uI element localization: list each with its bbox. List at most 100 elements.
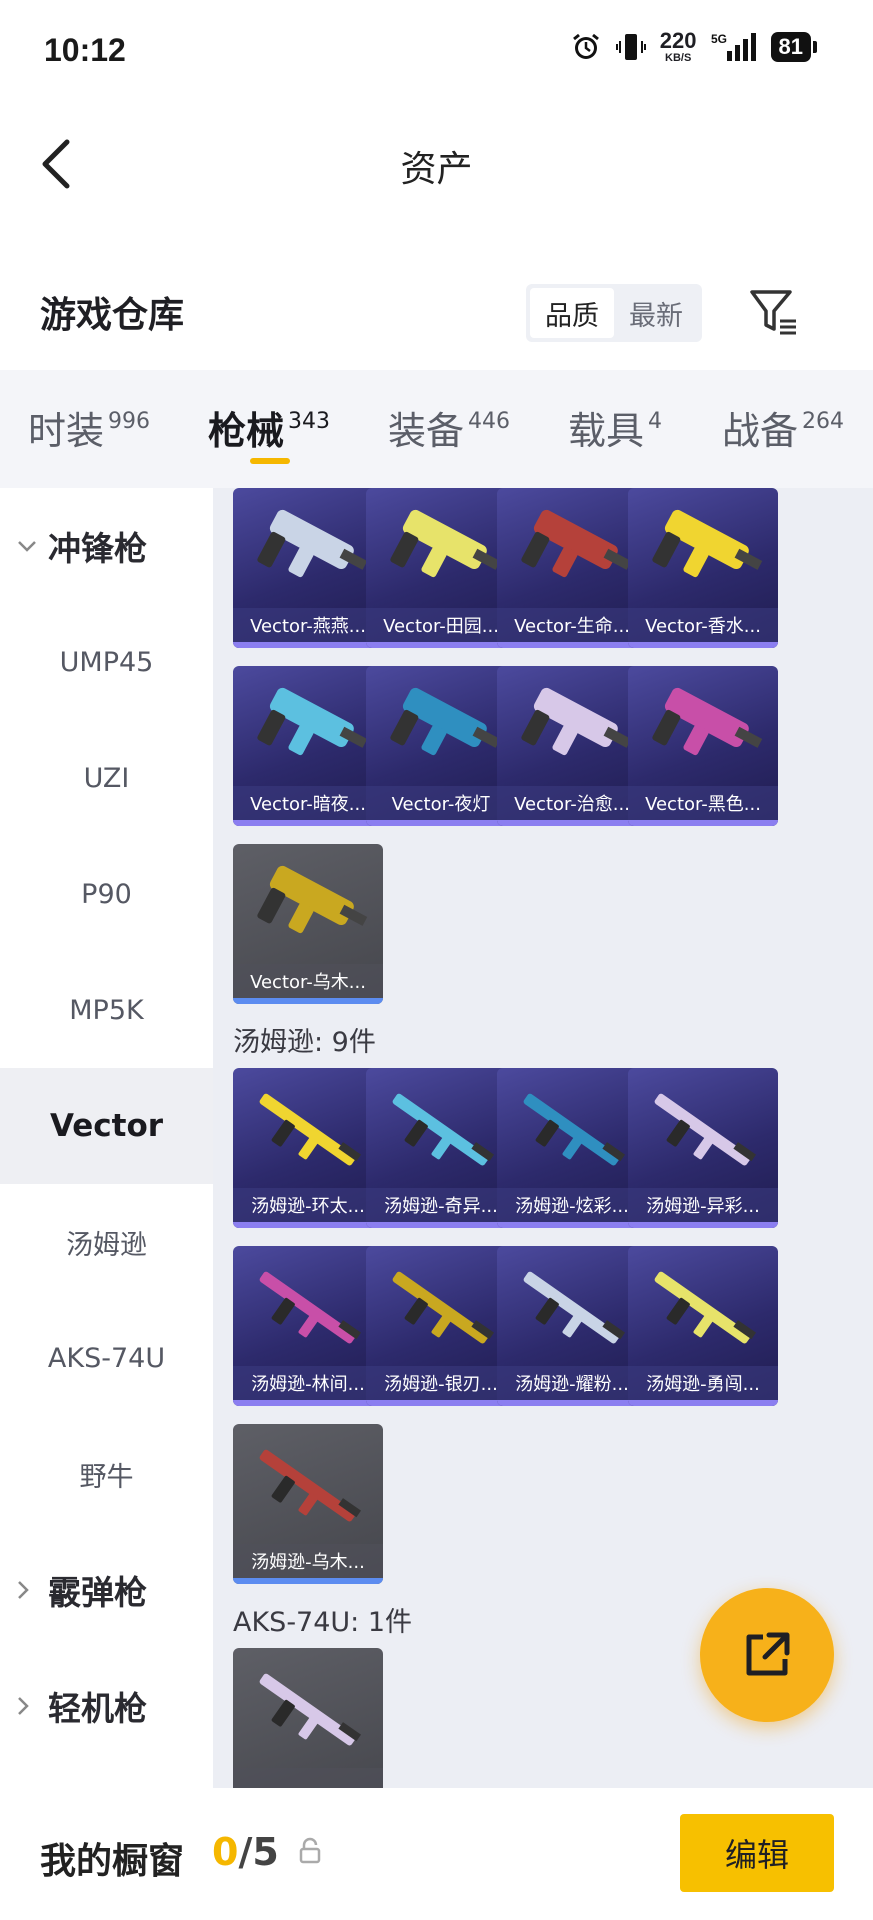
tab-supplies[interactable]: 战备 264 bbox=[722, 400, 844, 455]
showcase-bar: 我的橱窗 0/5 编辑 bbox=[0, 1788, 873, 1920]
sidebar-item-ump45[interactable]: UMP45 bbox=[0, 604, 213, 720]
skin-card[interactable]: 汤姆逊-异彩... bbox=[628, 1068, 778, 1228]
skin-card[interactable]: Vector-乌木... bbox=[233, 844, 383, 1004]
rarity-bar bbox=[628, 1222, 778, 1228]
skin-card[interactable]: 汤姆逊-乌木... bbox=[233, 1424, 383, 1584]
rarity-bar bbox=[233, 998, 383, 1004]
skin-card[interactable]: Vector-香水... bbox=[628, 488, 778, 648]
sidebar-item-bizon[interactable]: 野牛 bbox=[0, 1416, 213, 1532]
net-speed: 220 KB/S bbox=[659, 28, 697, 64]
skin-name: 汤姆逊-银刃... bbox=[366, 1366, 516, 1400]
skin-card[interactable]: Vector-燕燕... bbox=[233, 488, 383, 648]
rarity-bar bbox=[628, 1400, 778, 1406]
skin-name: 汤姆逊-耀粉... bbox=[497, 1366, 647, 1400]
vibrate-icon bbox=[615, 31, 646, 63]
skin-card[interactable]: Vector-生命... bbox=[497, 488, 647, 648]
skin-card[interactable] bbox=[233, 1648, 383, 1788]
gun-skin-image bbox=[390, 509, 501, 578]
skin-name: 汤姆逊-异彩... bbox=[628, 1188, 778, 1222]
share-icon bbox=[746, 1632, 790, 1676]
section-title: AKS-74U: 1件 bbox=[233, 1607, 413, 1638]
gun-skin-image bbox=[654, 1093, 757, 1166]
sidebar-group-smg[interactable]: 冲锋枪 bbox=[0, 488, 213, 604]
skin-card[interactable]: 汤姆逊-勇闯... bbox=[628, 1246, 778, 1406]
rarity-bar bbox=[366, 1222, 516, 1228]
skin-name bbox=[233, 1768, 383, 1788]
filter-button[interactable] bbox=[742, 280, 806, 344]
skin-name: Vector-香水... bbox=[628, 608, 778, 642]
status-bar: 10:12 220 KB/S 5G 81 bbox=[0, 0, 873, 104]
skin-card[interactable]: Vector-暗夜... bbox=[233, 666, 383, 826]
skin-card[interactable]: 汤姆逊-银刃... bbox=[366, 1246, 516, 1406]
svg-text:5G: 5G bbox=[711, 32, 727, 46]
gun-skin-image bbox=[652, 509, 763, 578]
header: 资产 bbox=[0, 104, 873, 224]
skin-card[interactable]: 汤姆逊-奇异... bbox=[366, 1068, 516, 1228]
share-button[interactable] bbox=[700, 1588, 834, 1722]
gun-skin-image bbox=[523, 1093, 626, 1166]
rarity-bar bbox=[497, 820, 647, 826]
rarity-bar bbox=[366, 1400, 516, 1406]
skin-card[interactable]: Vector-田园... bbox=[366, 488, 516, 648]
gun-skin-image bbox=[392, 1271, 495, 1344]
warehouse-title: 游戏仓库 bbox=[40, 295, 185, 336]
sidebar-item-vector[interactable]: Vector bbox=[0, 1068, 213, 1184]
gun-skin-image bbox=[259, 1449, 362, 1522]
rarity-bar bbox=[233, 820, 383, 826]
sidebar-item-aks74u[interactable]: AKS-74U bbox=[0, 1300, 213, 1416]
skin-name: Vector-暗夜... bbox=[233, 786, 383, 820]
sidebar-item-label: 冲锋枪 bbox=[48, 529, 147, 568]
tab-vehicles[interactable]: 载具 4 bbox=[568, 400, 662, 455]
gun-skin-image bbox=[392, 1093, 495, 1166]
gun-skin-image bbox=[257, 865, 368, 934]
gun-skin-image bbox=[257, 509, 368, 578]
filter-icon bbox=[750, 290, 796, 335]
skin-card[interactable]: Vector-黑色... bbox=[628, 666, 778, 826]
tab-guns[interactable]: 枪械 343 bbox=[208, 400, 330, 455]
rarity-bar bbox=[497, 642, 647, 648]
skin-card[interactable]: Vector-治愈... bbox=[497, 666, 647, 826]
gun-skin-image bbox=[521, 687, 632, 756]
rarity-bar bbox=[497, 1222, 647, 1228]
skin-name: 汤姆逊-炫彩... bbox=[497, 1188, 647, 1222]
skin-name: Vector-夜灯 bbox=[366, 786, 516, 820]
tab-fashion[interactable]: 时装 996 bbox=[28, 400, 150, 455]
skin-card[interactable]: Vector-夜灯 bbox=[366, 666, 516, 826]
sidebar-item-thompson[interactable]: 汤姆逊 bbox=[0, 1184, 213, 1300]
sort-option-quality[interactable]: 品质 bbox=[530, 288, 614, 338]
sort-toggle: 品质 最新 bbox=[526, 284, 702, 342]
sidebar-item-label: 霰弹枪 bbox=[48, 1573, 147, 1612]
status-time: 10:12 bbox=[44, 32, 126, 68]
sidebar-item-p90[interactable]: P90 bbox=[0, 836, 213, 952]
gun-skin-image bbox=[523, 1271, 626, 1344]
page-title: 资产 bbox=[400, 149, 473, 190]
status-icons: 220 KB/S 5G 81 bbox=[570, 30, 817, 64]
weapon-type-sidebar: 冲锋枪 UMP45 UZI P90 MP5K Vector 汤姆逊 AKS-74… bbox=[0, 488, 213, 1788]
sort-option-latest[interactable]: 最新 bbox=[614, 288, 698, 338]
gun-skin-image bbox=[652, 687, 763, 756]
sidebar-group-lmg[interactable]: 轻机枪 bbox=[0, 1648, 213, 1764]
skin-name: 汤姆逊-奇异... bbox=[366, 1188, 516, 1222]
active-tab-indicator bbox=[250, 458, 290, 464]
skin-name: Vector-治愈... bbox=[497, 786, 647, 820]
sidebar-item-uzi[interactable]: UZI bbox=[0, 720, 213, 836]
sidebar-item-mp5k[interactable]: MP5K bbox=[0, 952, 213, 1068]
skin-name: 汤姆逊-环太... bbox=[233, 1188, 383, 1222]
tab-equipment[interactable]: 装备 446 bbox=[388, 400, 510, 455]
rarity-bar bbox=[233, 642, 383, 648]
signal-5g-icon: 5G bbox=[711, 31, 757, 63]
rarity-bar bbox=[497, 1400, 647, 1406]
category-tabs: 时装 996 枪械 343 装备 446 载具 4 战备 264 bbox=[0, 370, 873, 488]
alarm-icon bbox=[570, 31, 602, 63]
edit-button[interactable]: 编辑 bbox=[680, 1814, 834, 1892]
sidebar-group-shotgun[interactable]: 霰弹枪 bbox=[0, 1532, 213, 1648]
skin-card[interactable]: 汤姆逊-耀粉... bbox=[497, 1246, 647, 1406]
skin-name: 汤姆逊-勇闯... bbox=[628, 1366, 778, 1400]
gun-skin-image bbox=[259, 1673, 362, 1746]
skin-card[interactable]: 汤姆逊-环太... bbox=[233, 1068, 383, 1228]
skin-card[interactable]: 汤姆逊-炫彩... bbox=[497, 1068, 647, 1228]
rarity-bar bbox=[233, 1222, 383, 1228]
skin-name: 汤姆逊-乌木... bbox=[233, 1544, 383, 1578]
skin-card[interactable]: 汤姆逊-林间... bbox=[233, 1246, 383, 1406]
battery-icon: 81 bbox=[770, 32, 817, 62]
